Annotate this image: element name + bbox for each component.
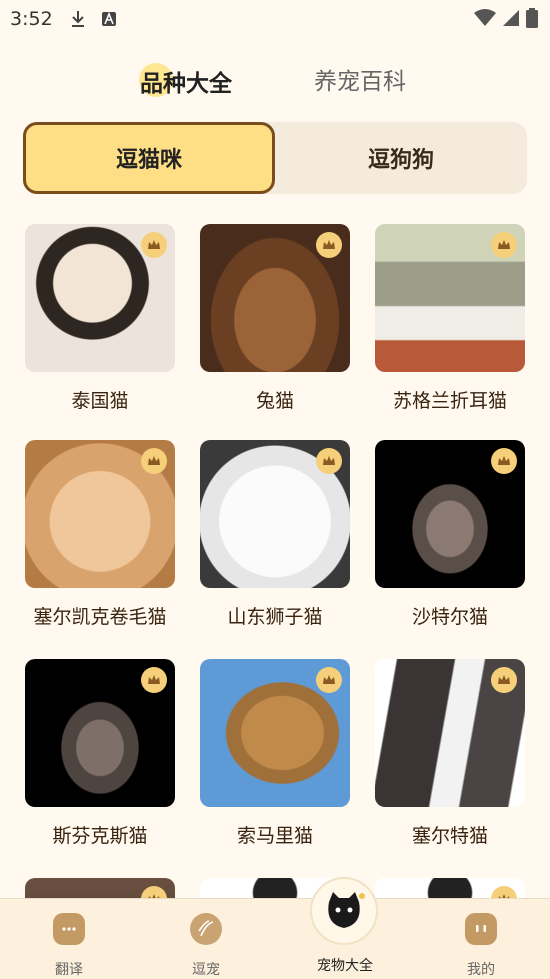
- crown-icon: [141, 667, 167, 693]
- nav-tease[interactable]: 逗宠: [156, 899, 256, 979]
- breed-name: 沙特尔猫: [411, 606, 488, 628]
- breed-photo: [25, 878, 175, 900]
- breed-card[interactable]: 沙特尔猫: [375, 440, 525, 629]
- breed-name: 索马里猫: [236, 825, 313, 847]
- breed-photo: [25, 440, 175, 588]
- breed-card[interactable]: [25, 878, 175, 900]
- nav-encyclopedia-label: 宠物大全: [317, 958, 373, 974]
- breed-photo: [375, 224, 525, 372]
- wifi-icon: [474, 9, 496, 32]
- breed-card[interactable]: [375, 878, 525, 900]
- breed-card[interactable]: 塞尔凯克卷毛猫: [25, 440, 175, 629]
- breed-photo: [200, 659, 350, 807]
- breed-photo: [25, 659, 175, 807]
- breed-name: 苏格兰折耳猫: [392, 390, 507, 412]
- status-bar: 3:52: [0, 0, 550, 38]
- breed-name: 泰国猫: [71, 390, 129, 412]
- crown-icon: [491, 667, 517, 693]
- crown-icon: [141, 448, 167, 474]
- yarn-ball-icon: [190, 913, 222, 945]
- nav-mine[interactable]: 我的: [431, 899, 531, 979]
- profile-icon: [465, 913, 497, 945]
- nav-mine-label: 我的: [467, 962, 495, 978]
- breed-card[interactable]: 山东狮子猫: [200, 440, 350, 629]
- breed-card[interactable]: 兔猫: [200, 224, 350, 413]
- breed-card[interactable]: 斯芬克斯猫: [25, 659, 175, 848]
- breed-name: 塞尔特猫: [411, 825, 488, 847]
- crown-icon: [491, 448, 517, 474]
- breed-name: 塞尔凯克卷毛猫: [33, 606, 167, 628]
- breed-grid: 泰国猫 兔猫 苏格兰折耳猫 塞尔凯克卷毛猫 山东狮子猫 沙特尔猫 斯芬克斯猫 索…: [0, 224, 550, 900]
- breed-photo: [375, 878, 525, 900]
- crown-icon: [316, 232, 342, 258]
- breed-card[interactable]: 索马里猫: [200, 659, 350, 848]
- segment-cats[interactable]: 逗猫咪: [23, 122, 275, 194]
- nav-encyclopedia[interactable]: [310, 877, 378, 945]
- breed-photo: [200, 224, 350, 372]
- crown-icon: [141, 232, 167, 258]
- nav-tease-label: 逗宠: [192, 962, 220, 978]
- battery-icon: [526, 8, 538, 33]
- breed-photo: [200, 440, 350, 588]
- nav-translate[interactable]: 翻译: [19, 899, 119, 979]
- pet-face-icon: [328, 892, 365, 928]
- signal-icon: [502, 9, 520, 32]
- breed-photo: [375, 440, 525, 588]
- font-icon: [101, 11, 117, 27]
- pet-type-segment: 逗猫咪 逗狗狗: [23, 122, 527, 194]
- segment-dogs[interactable]: 逗狗狗: [275, 122, 527, 194]
- nav-translate-label: 翻译: [55, 962, 83, 978]
- download-icon: [69, 9, 87, 29]
- translate-icon: [53, 913, 85, 945]
- breed-card[interactable]: 苏格兰折耳猫: [375, 224, 525, 413]
- crown-icon: [316, 448, 342, 474]
- breed-card[interactable]: 塞尔特猫: [375, 659, 525, 848]
- breed-name: 兔猫: [255, 390, 294, 412]
- tab-breeds[interactable]: 品种大全: [140, 64, 232, 98]
- crown-icon: [316, 667, 342, 693]
- breed-card[interactable]: 泰国猫: [25, 224, 175, 413]
- breed-photo: [375, 659, 525, 807]
- breed-name: 山东狮子猫: [227, 606, 323, 628]
- crown-icon: [491, 232, 517, 258]
- status-time: 3:52: [10, 8, 53, 30]
- breed-photo: [25, 224, 175, 372]
- bottom-nav: 翻译 逗宠 宠物大全 我的: [0, 877, 550, 979]
- tab-pet-encyclopedia[interactable]: 养宠百科: [314, 62, 406, 96]
- breed-name: 斯芬克斯猫: [52, 825, 148, 847]
- top-tabs: 品种大全 养宠百科: [0, 60, 550, 100]
